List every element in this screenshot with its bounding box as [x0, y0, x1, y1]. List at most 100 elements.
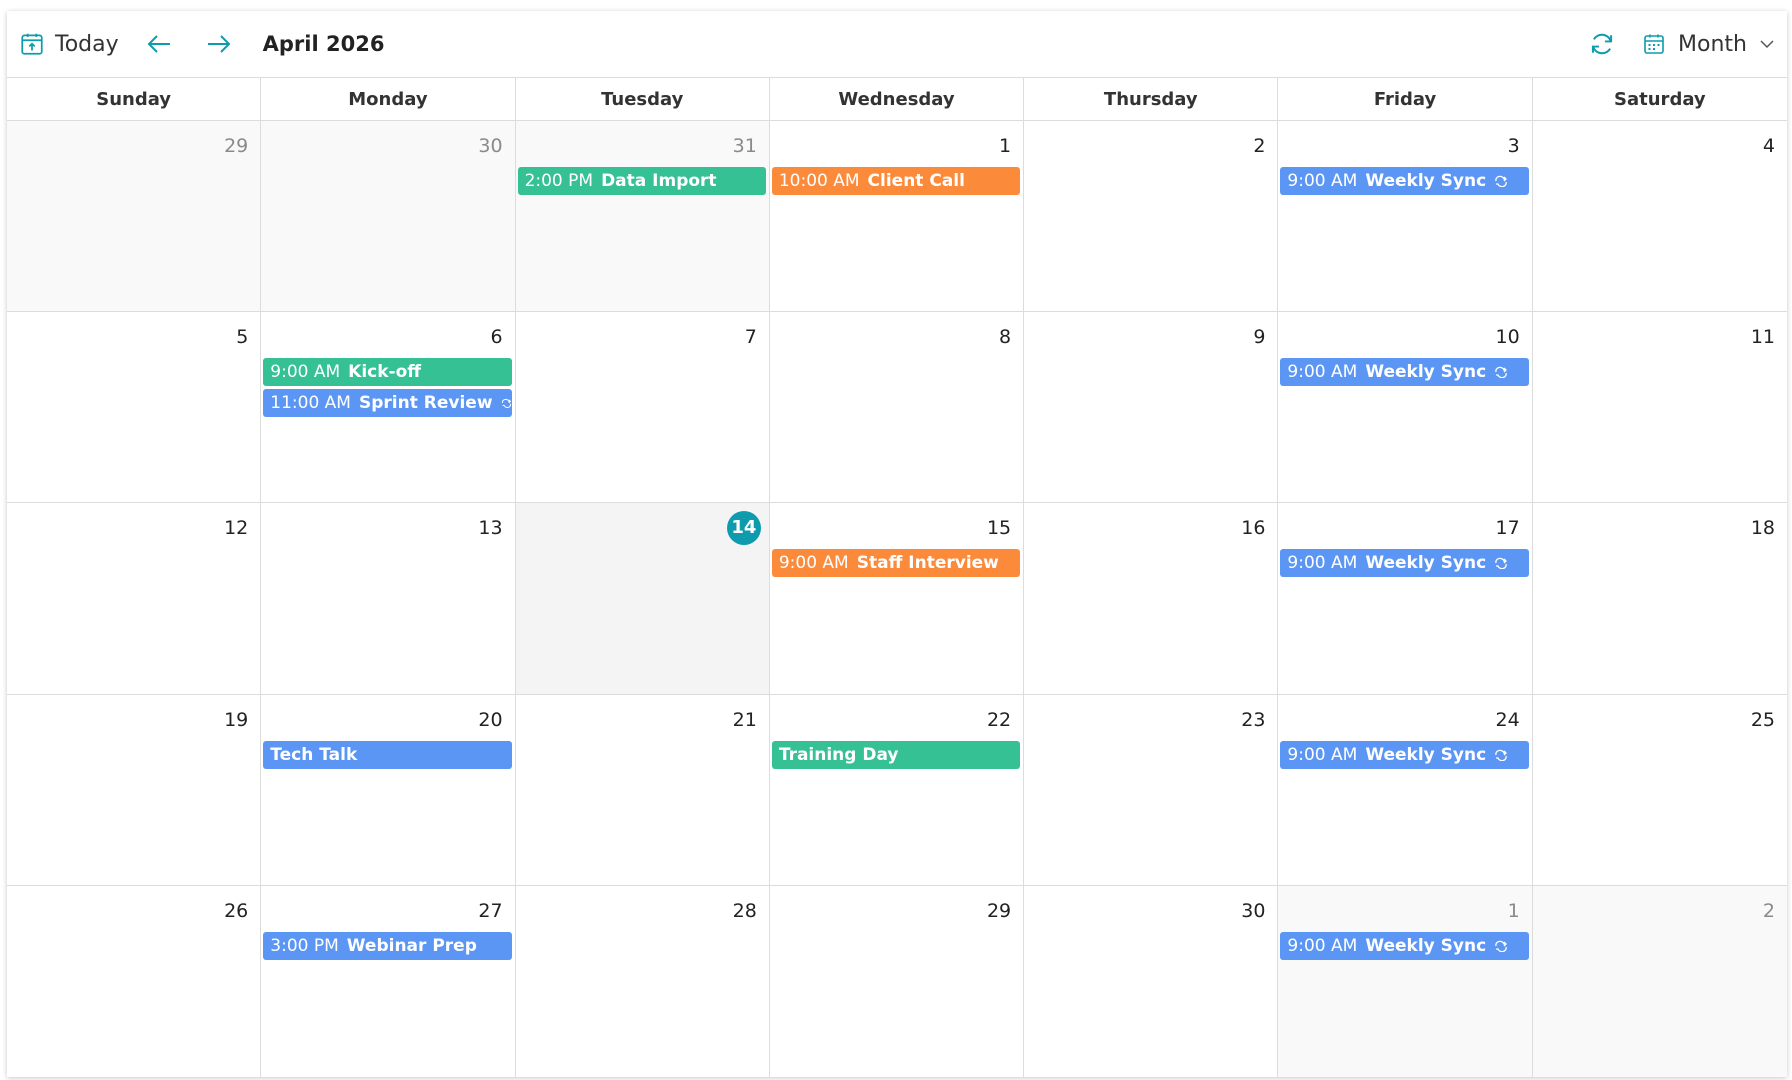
event-chip[interactable]: Tech Talk [263, 740, 512, 769]
event-time: 2:00 PM [524, 171, 594, 191]
day-cell[interactable]: 8 [769, 312, 1025, 504]
date-number[interactable]: 2 [1253, 135, 1265, 157]
event-chip[interactable]: 9:00 AM Kick-off [263, 358, 512, 387]
day-cell[interactable]: 19 [7, 694, 262, 886]
event-time: 9:00 AM [1287, 362, 1358, 383]
day-cell[interactable]: 3 9:00 AM Weekly Sync [1278, 121, 1533, 313]
date-number[interactable]: 21 [733, 709, 757, 731]
date-number[interactable]: 24 [1496, 709, 1520, 731]
event-chip[interactable]: 9:00 AM Weekly Sync [1280, 931, 1529, 960]
date-number[interactable]: 13 [478, 517, 502, 539]
date-number[interactable]: 23 [1241, 709, 1265, 731]
day-cell[interactable]: 18 [1532, 503, 1787, 695]
previous-button[interactable] [139, 24, 179, 64]
day-cell[interactable]: 11 [1532, 312, 1787, 504]
event-chip[interactable]: 3:00 PM Webinar Prep [263, 931, 512, 960]
day-cell[interactable]: 28 [515, 885, 770, 1077]
event-chip[interactable]: 9:00 AM Weekly Sync [1280, 167, 1529, 195]
today-date-badge[interactable]: 14 [726, 511, 761, 546]
event-chip[interactable]: 9:00 AM Staff Interview [771, 549, 1021, 578]
today-label: Today [55, 31, 119, 57]
date-number[interactable]: 27 [478, 900, 502, 922]
day-cell[interactable]: 23 [1024, 694, 1279, 886]
date-number[interactable]: 12 [224, 517, 248, 539]
date-number[interactable]: 25 [1751, 709, 1775, 731]
day-cell[interactable]: 17 9:00 AM Weekly Sync [1278, 503, 1533, 695]
date-number[interactable]: 6 [490, 326, 502, 348]
date-number[interactable]: 1 [1508, 900, 1520, 922]
date-number[interactable]: 22 [987, 709, 1011, 731]
date-number[interactable]: 7 [745, 326, 757, 348]
date-number[interactable]: 17 [1496, 517, 1520, 539]
day-cell[interactable]: 30 [261, 121, 516, 313]
event-time: 9:00 AM [1287, 553, 1358, 574]
next-button[interactable] [199, 24, 239, 64]
day-cell[interactable]: 21 [515, 694, 770, 886]
day-cell[interactable]: 25 [1532, 694, 1787, 886]
day-cell[interactable]: 29 [769, 885, 1025, 1077]
day-cell[interactable]: 30 [1024, 885, 1279, 1077]
day-cell[interactable]: 15 9:00 AM Staff Interview [769, 503, 1025, 695]
recurrence-icon [1495, 558, 1508, 570]
day-cell[interactable]: 14 [515, 503, 770, 695]
date-number[interactable]: 29 [224, 135, 248, 157]
date-number[interactable]: 19 [224, 709, 248, 731]
date-number[interactable]: 3 [1508, 135, 1520, 157]
date-number[interactable]: 1 [999, 135, 1011, 157]
date-number[interactable]: 29 [987, 900, 1011, 922]
day-cell[interactable]: 4 [1532, 121, 1787, 313]
date-range-text[interactable]: April 2026 [263, 32, 385, 56]
date-number[interactable]: 16 [1241, 517, 1265, 539]
date-number[interactable]: 11 [1751, 326, 1775, 348]
date-number[interactable]: 9 [1253, 326, 1265, 348]
day-cell[interactable]: 29 [7, 121, 262, 313]
event-chip[interactable]: 11:00 AM Sprint Review [263, 389, 512, 418]
date-number[interactable]: 8 [999, 326, 1011, 348]
view-selector[interactable]: Month [1642, 24, 1775, 64]
date-number[interactable]: 15 [987, 517, 1011, 539]
date-number[interactable]: 10 [1496, 326, 1520, 348]
event-time: 9:00 AM [1287, 744, 1358, 765]
date-number[interactable]: 5 [236, 326, 248, 348]
chevron-down-icon [1760, 40, 1774, 49]
day-cell[interactable]: 26 [7, 885, 262, 1077]
day-cell[interactable]: 27 3:00 PM Webinar Prep [261, 885, 516, 1077]
date-number[interactable]: 31 [733, 135, 757, 157]
day-cell[interactable]: 9 [1024, 312, 1279, 504]
day-cell[interactable]: 5 [7, 312, 262, 504]
day-cell[interactable]: 2 [1024, 121, 1279, 313]
refresh-button[interactable] [1582, 24, 1622, 64]
day-cell[interactable]: 20 Tech Talk [261, 694, 516, 886]
date-number[interactable]: 30 [1241, 900, 1265, 922]
recurrence-icon [1495, 940, 1508, 952]
day-cell[interactable]: 6 9:00 AM Kick-off 11:00 AM Sprint Review [261, 312, 516, 504]
date-number[interactable]: 20 [478, 709, 502, 731]
event-chip[interactable]: 9:00 AM Weekly Sync [1280, 740, 1529, 769]
date-number[interactable]: 4 [1763, 135, 1775, 157]
event-chip[interactable]: 9:00 AM Weekly Sync [1280, 549, 1529, 578]
event-chip[interactable]: 10:00 AM Client Call [771, 167, 1021, 195]
event-chip[interactable]: 2:00 PM Data Import [517, 167, 766, 195]
date-number[interactable]: 28 [733, 900, 757, 922]
day-cell[interactable]: 12 [7, 503, 262, 695]
day-cell[interactable]: 7 [515, 312, 770, 504]
arrow-left-icon [147, 35, 170, 53]
day-cell[interactable]: 1 9:00 AM Weekly Sync [1278, 885, 1533, 1077]
day-cell[interactable]: 10 9:00 AM Weekly Sync [1278, 312, 1533, 504]
date-number[interactable]: 2 [1763, 900, 1775, 922]
date-number[interactable]: 18 [1751, 517, 1775, 539]
day-cell[interactable]: 24 9:00 AM Weekly Sync [1278, 694, 1533, 886]
today-button[interactable]: Today [19, 24, 119, 64]
day-cell[interactable]: 13 [261, 503, 516, 695]
day-cell[interactable]: 31 2:00 PM Data Import [515, 121, 770, 313]
date-number[interactable]: 30 [478, 135, 502, 157]
day-cell[interactable]: 22 Training Day [769, 694, 1025, 886]
day-cell[interactable]: 1 10:00 AM Client Call [769, 121, 1025, 313]
date-number[interactable]: 26 [224, 900, 248, 922]
event-title: Sprint Review [358, 393, 493, 414]
day-cell[interactable]: 2 [1532, 885, 1787, 1077]
event-chip[interactable]: Training Day [771, 740, 1021, 769]
day-cell[interactable]: 16 [1024, 503, 1279, 695]
event-chip[interactable]: 9:00 AM Weekly Sync [1280, 358, 1529, 387]
scheduler: Today April 2026 Month Sunday Monday Tue… [7, 11, 1787, 1077]
